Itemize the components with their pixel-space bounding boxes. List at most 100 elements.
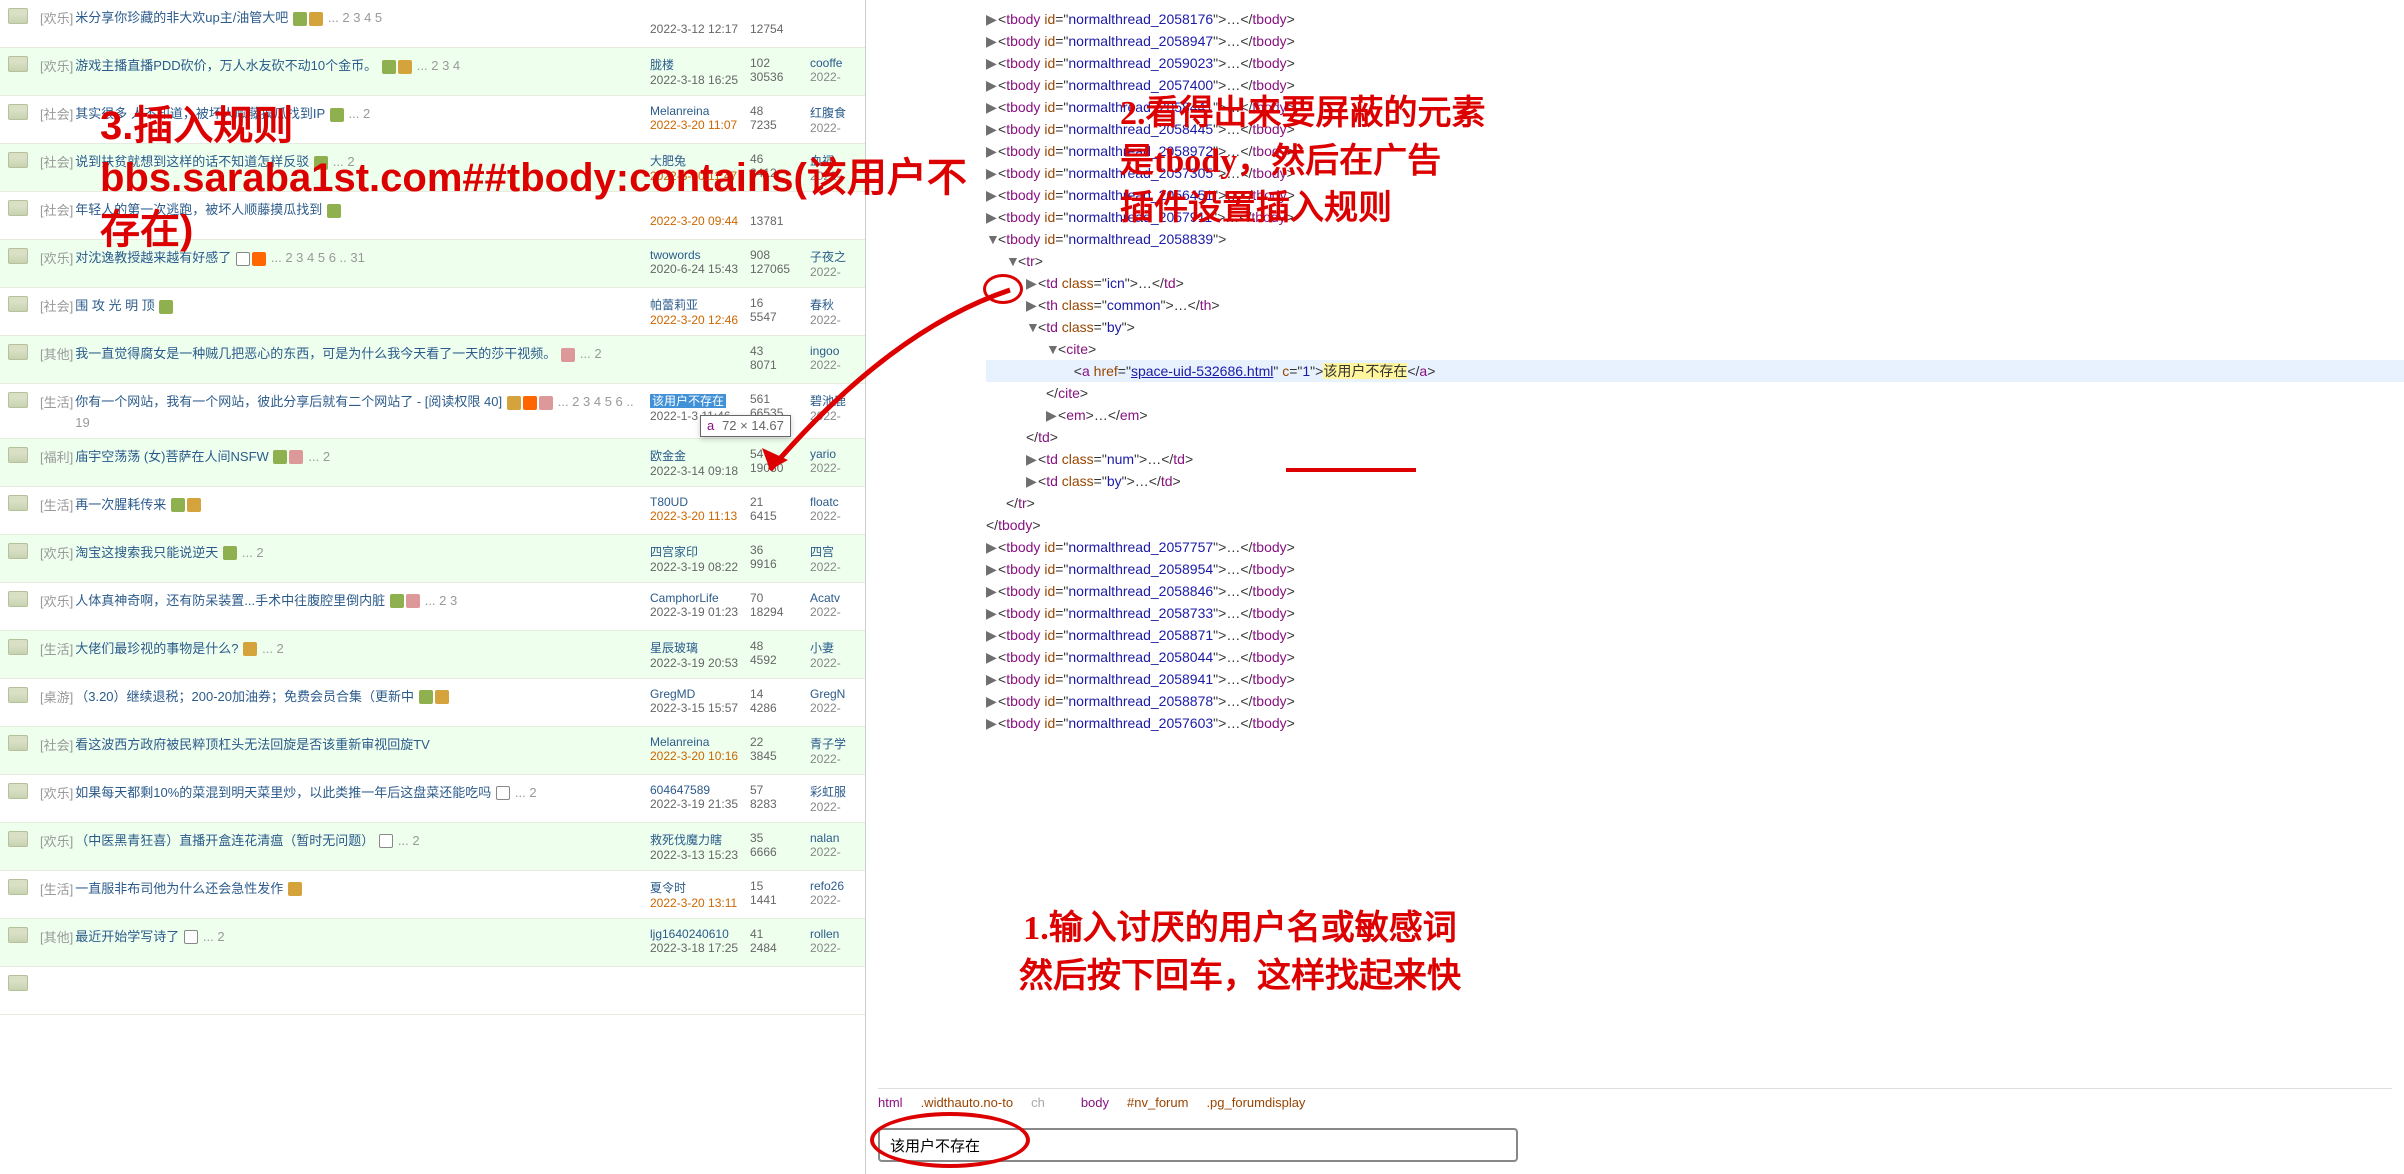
thread-title[interactable]: 人体真神奇啊，还有防呆装置...手术中往腹腔里倒内脏 ... 2 3 — [75, 587, 650, 612]
dom-node[interactable]: ▶<tbody id="normalthread_2058733">…</tbo… — [986, 602, 2404, 624]
thread-author[interactable]: Melanreina2022-3-20 10:16 — [650, 731, 750, 763]
thread-row[interactable]: [桌游] （3.20）继续退税；200-20加油券；免费会员合集（更新中 Gre… — [0, 679, 865, 727]
thread-lastpost[interactable]: nalan2022- — [810, 827, 865, 859]
thread-lastpost[interactable]: refo262022- — [810, 875, 865, 907]
thread-lastpost[interactable]: GregN2022- — [810, 683, 865, 715]
thread-row[interactable]: [社会] 其实很多 人不知道，被坏人顺藤摸瓜找到IP ... 2 Melanre… — [0, 96, 865, 144]
thread-row[interactable]: [其他] 我一直觉得腐女是一种贼几把恶心的东西，可是为什么我今天看了一天的莎干视… — [0, 336, 865, 384]
dom-node[interactable]: ▶<tbody id="normalthread_2058972">…</tbo… — [986, 140, 2404, 162]
thread-author[interactable]: 大肥兔2022-3-20 11:47 — [650, 148, 750, 183]
thread-lastpost[interactable]: 四宫2022- — [810, 539, 865, 574]
thread-row[interactable]: [生活] 大佬们最珍视的事物是什么? ... 2 星辰玻璃2022-3-19 2… — [0, 631, 865, 679]
thread-title[interactable]: 看这波西方政府被民粹顶杠头无法回旋是否该重新审视回旋TV — [75, 731, 650, 756]
thread-row[interactable]: [欢乐] 游戏主播直播PDD砍价，万人水友砍不动10个金币。 ... 2 3 4… — [0, 48, 865, 96]
thread-row[interactable]: [社会] 看这波西方政府被民粹顶杠头无法回旋是否该重新审视回旋TV Melanr… — [0, 727, 865, 775]
thread-lastpost[interactable]: 碧池鹿2022- — [810, 388, 865, 423]
thread-lastpost[interactable]: 彩虹服2022- — [810, 779, 865, 814]
thread-lastpost[interactable]: yario2022- — [810, 443, 865, 475]
thread-author[interactable]: 2022-3-12 12:17 — [650, 4, 750, 36]
thread-lastpost[interactable]: 青子学2022- — [810, 731, 865, 766]
breadcrumb[interactable]: html.widthauto.no-tochbody#nv_forum.pg_f… — [878, 1088, 2392, 1118]
thread-author[interactable]: twowords2020-6-24 15:43 — [650, 244, 750, 276]
thread-title[interactable]: 围 攻 光 明 顶 — [75, 292, 650, 317]
thread-row[interactable]: [社会] 说到扶贫就想到这样的话不知道怎样反驳 ... 2 大肥兔2022-3-… — [0, 144, 865, 192]
devtools-search-input[interactable] — [878, 1128, 1518, 1162]
thread-author[interactable]: 帕蕾莉亚2022-3-20 12:46 — [650, 292, 750, 327]
dom-node[interactable]: ▶<tbody id="normalthread_2058445">…</tbo… — [986, 118, 2404, 140]
thread-lastpost[interactable]: 血祠2022- — [810, 148, 865, 183]
thread-lastpost[interactable]: cooffe2022- — [810, 52, 865, 84]
thread-row[interactable]: [欢乐] 对沈逸教授越来越有好感了 ... 2 3 4 5 6 .. 31 tw… — [0, 240, 865, 288]
thread-row[interactable]: [福利] 庙宇空荡荡 (女)菩萨在人间NSFW ... 2 欧金金2022-3-… — [0, 439, 865, 487]
thread-title[interactable]: 庙宇空荡荡 (女)菩萨在人间NSFW ... 2 — [75, 443, 650, 468]
thread-title[interactable]: 年轻人的第一次逃跑，被坏人顺藤摸瓜找到 — [75, 196, 650, 221]
thread-author[interactable] — [650, 340, 750, 358]
thread-title[interactable]: 米分享你珍藏的非大欢up主/油管大吧 ... 2 3 4 5 — [75, 4, 650, 29]
dom-node[interactable]: ▶<tbody id="normalthread_2058947">…</tbo… — [986, 30, 2404, 52]
dom-node[interactable]: ▶<tbody id="normalthread_2059023">…</tbo… — [986, 52, 2404, 74]
thread-author[interactable]: 胧楼2022-3-18 16:25 — [650, 52, 750, 87]
thread-lastpost[interactable]: 子夜之2022- — [810, 244, 865, 279]
thread-author[interactable]: T80UD2022-3-20 11:13 — [650, 491, 750, 523]
thread-row[interactable]: [生活] 一直服非布司他为什么还会急性发作 夏令时2022-3-20 13:11… — [0, 871, 865, 919]
thread-author[interactable]: CamphorLife2022-3-19 01:23 — [650, 587, 750, 619]
thread-title[interactable]: 淘宝这搜索我只能说逆天 ... 2 — [75, 539, 650, 564]
thread-lastpost[interactable]: 小妻2022- — [810, 635, 865, 670]
thread-author[interactable]: 6046475892022-3-19 21:35 — [650, 779, 750, 811]
thread-title[interactable]: （3.20）继续退税；200-20加油券；免费会员合集（更新中 — [75, 683, 650, 708]
dom-node[interactable]: ▶<tbody id="normalthread_2058954">…</tbo… — [986, 558, 2404, 580]
thread-title[interactable]: 你有一个网站，我有一个网站，彼此分享后就有二个网站了 - [阅读权限 40] .… — [75, 388, 650, 434]
thread-lastpost[interactable] — [810, 971, 865, 989]
dom-node[interactable]: ▶<tbody id="normalthread_2058871">…</tbo… — [986, 624, 2404, 646]
dom-node[interactable]: ▶<tbody id="normalthread_2057305">…</tbo… — [986, 162, 2404, 184]
thread-lastpost[interactable] — [810, 196, 865, 214]
thread-row[interactable]: [欢乐] （中医黑青狂喜）直播开盒连花清瘟（暂时无问题） ... 2 救死伐魔力… — [0, 823, 865, 871]
thread-title[interactable]: 一直服非布司他为什么还会急性发作 — [75, 875, 650, 900]
thread-author[interactable]: GregMD2022-3-15 15:57 — [650, 683, 750, 715]
dom-node[interactable]: ▶<tbody id="normalthread_2058846">…</tbo… — [986, 580, 2404, 602]
dom-node[interactable]: ▶<tbody id="normalthread_2057757">…</tbo… — [986, 536, 2404, 558]
thread-author[interactable]: Melanreina2022-3-20 11:07 — [650, 100, 750, 132]
thread-lastpost[interactable]: rollen2022- — [810, 923, 865, 955]
thread-title[interactable] — [42, 971, 650, 996]
thread-title[interactable]: 再一次腥耗传来 — [75, 491, 650, 516]
thread-row[interactable] — [0, 967, 865, 1015]
dom-node-open[interactable]: ▼<tbody id="normalthread_2058839"> — [986, 228, 2404, 250]
thread-author[interactable]: 救死伐魔力瞎2022-3-13 15:23 — [650, 827, 750, 862]
dom-node[interactable]: ▶<tbody id="normalthread_2057400">…</tbo… — [986, 74, 2404, 96]
thread-row[interactable]: [其他] 最近开始学写诗了 ... 2 ljg16402406102022-3-… — [0, 919, 865, 967]
dom-node[interactable]: ▶<tbody id="normalthread_2058878">…</tbo… — [986, 690, 2404, 712]
highlighted-user[interactable]: 该用户不存在 — [650, 394, 726, 408]
thread-author[interactable]: ljg16402406102022-3-18 17:25 — [650, 923, 750, 955]
thread-author[interactable]: 2022-3-20 09:44 — [650, 196, 750, 228]
dom-node[interactable]: ▶<tbody id="normalthread_2058941">…</tbo… — [986, 668, 2404, 690]
thread-title[interactable]: 大佬们最珍视的事物是什么? ... 2 — [75, 635, 650, 660]
dom-node[interactable]: ▶<tbody id="normalthread_2058176">…</tbo… — [986, 8, 2404, 30]
dom-node[interactable]: ▶<tbody id="normalthread_2056451">…</tbo… — [986, 184, 2404, 206]
dom-node[interactable]: ▶<tbody id="normalthread_2058441">…</tbo… — [986, 96, 2404, 118]
thread-title[interactable]: 其实很多 人不知道，被坏人顺藤摸瓜找到IP ... 2 — [75, 100, 650, 125]
thread-row[interactable]: [欢乐] 米分享你珍藏的非大欢up主/油管大吧 ... 2 3 4 5 2022… — [0, 0, 865, 48]
thread-row[interactable]: [欢乐] 人体真神奇啊，还有防呆装置...手术中往腹腔里倒内脏 ... 2 3 … — [0, 583, 865, 631]
thread-author[interactable]: 四宫家印2022-3-19 08:22 — [650, 539, 750, 574]
thread-row[interactable]: [社会] 围 攻 光 明 顶 帕蕾莉亚2022-3-20 12:46 16554… — [0, 288, 865, 336]
dom-node[interactable]: ▶<tbody id="normalthread_2057911">…</tbo… — [986, 206, 2404, 228]
thread-author[interactable] — [650, 971, 750, 989]
thread-row[interactable]: [欢乐] 淘宝这搜索我只能说逆天 ... 2 四宫家印2022-3-19 08:… — [0, 535, 865, 583]
thread-title[interactable]: 说到扶贫就想到这样的话不知道怎样反驳 ... 2 — [75, 148, 650, 173]
breadcrumb-item[interactable]: html.widthauto.no-toch — [878, 1095, 1063, 1110]
thread-lastpost[interactable]: floatc2022- — [810, 491, 865, 523]
thread-row[interactable]: [欢乐] 如果每天都剩10%的菜混到明天菜里炒，以此类推一年后这盘菜还能吃吗 .… — [0, 775, 865, 823]
thread-lastpost[interactable]: Acatv2022- — [810, 587, 865, 619]
thread-row[interactable]: [社会] 年轻人的第一次逃跑，被坏人顺藤摸瓜找到 2022-3-20 09:44… — [0, 192, 865, 240]
thread-title[interactable]: 游戏主播直播PDD砍价，万人水友砍不动10个金币。 ... 2 3 4 — [75, 52, 650, 77]
thread-title[interactable]: 对沈逸教授越来越有好感了 ... 2 3 4 5 6 .. 31 — [75, 244, 650, 269]
dom-node[interactable]: ▶<tbody id="normalthread_2057603">…</tbo… — [986, 712, 2404, 734]
thread-title[interactable]: 最近开始学写诗了 ... 2 — [75, 923, 650, 948]
thread-lastpost[interactable]: ingoo2022- — [810, 340, 865, 372]
thread-title[interactable]: （中医黑青狂喜）直播开盒连花清瘟（暂时无问题） ... 2 — [75, 827, 650, 852]
dom-tree[interactable]: ▶<tbody id="normalthread_2058176">…</tbo… — [866, 0, 2404, 734]
thread-title[interactable]: 如果每天都剩10%的菜混到明天菜里炒，以此类推一年后这盘菜还能吃吗 ... 2 — [75, 779, 650, 804]
thread-title[interactable]: 我一直觉得腐女是一种贼几把恶心的东西，可是为什么我今天看了一天的莎干视频。 ..… — [75, 340, 650, 365]
thread-lastpost[interactable] — [810, 4, 865, 22]
